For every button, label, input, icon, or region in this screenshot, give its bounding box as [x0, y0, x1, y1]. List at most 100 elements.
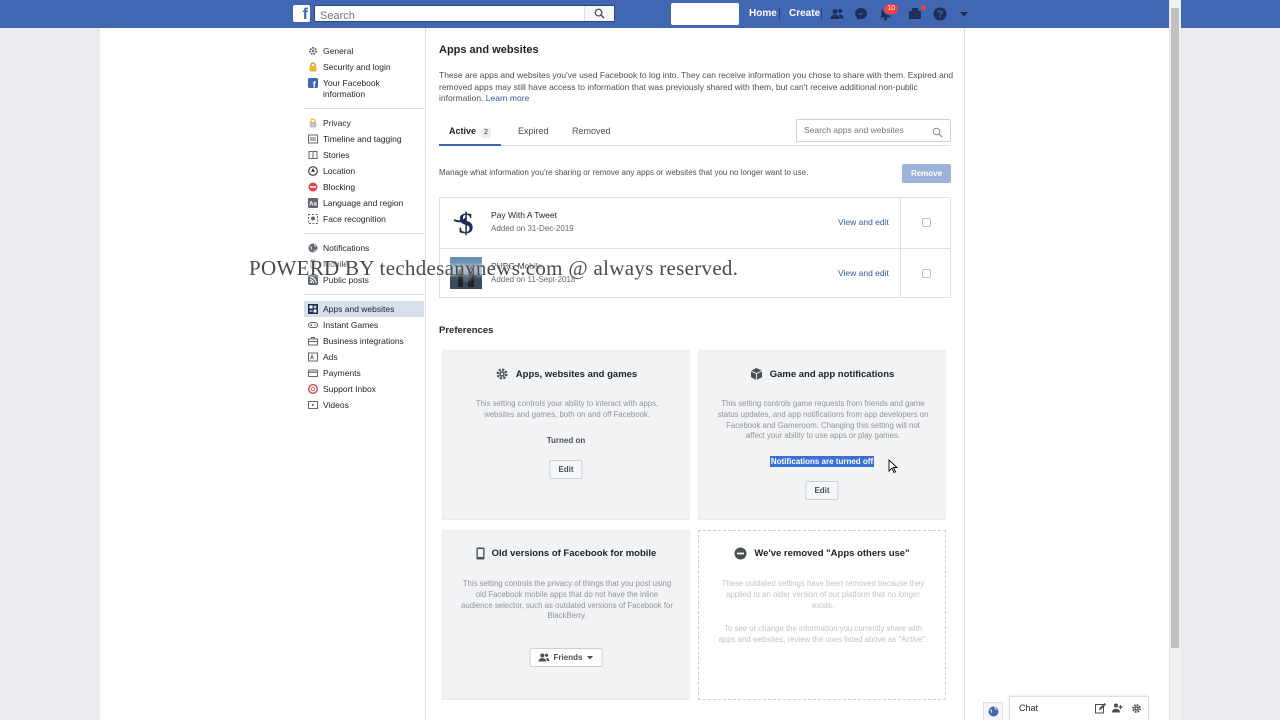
audience-selector-dropdown[interactable]: Friends: [529, 648, 603, 667]
card-description: This setting controls the privacy of thi…: [461, 579, 673, 621]
business-icon: [308, 336, 318, 346]
card-description: These outdated settings have been remove…: [721, 579, 925, 610]
sidebar-item-general[interactable]: General: [304, 43, 424, 59]
sidebar-section-divider: [304, 108, 424, 109]
home-link[interactable]: Home: [749, 0, 777, 28]
apps-websites-games-card: Apps, websites and games This setting co…: [442, 350, 690, 520]
edit-button[interactable]: Edit: [549, 460, 583, 479]
active-count-badge: 2: [481, 128, 491, 138]
notifications-icon[interactable]: 10: [877, 3, 899, 22]
remove-button[interactable]: Remove: [902, 164, 951, 183]
svg-text:?: ?: [937, 10, 943, 21]
apps-icon: [308, 304, 318, 314]
new-message-icon[interactable]: [1094, 702, 1106, 714]
scrollbar-thumb[interactable]: [1171, 8, 1179, 648]
apps-search-input[interactable]: [797, 120, 922, 140]
notification-count-badge: 10: [883, 3, 899, 15]
sidebar-item-notifications[interactable]: Notifications: [304, 240, 424, 256]
sidebar-item-face-recognition[interactable]: Face recognition: [304, 211, 424, 227]
search-icon: [932, 125, 943, 143]
sidebar-item-timeline-and-tagging[interactable]: Timeline and tagging: [304, 131, 424, 147]
facebook-icon: f: [308, 78, 318, 88]
lifebuoy-icon: [308, 384, 318, 394]
edit-button[interactable]: Edit: [805, 481, 839, 500]
messenger-icon[interactable]: [853, 6, 869, 22]
tab-removed[interactable]: Removed: [562, 118, 621, 146]
view-and-edit-link[interactable]: View and edit: [838, 217, 889, 227]
create-group-icon[interactable]: [1112, 702, 1124, 714]
sidebar-item-language-and-region[interactable]: Aa Language and region: [304, 195, 424, 211]
card-title: Apps, websites and games: [515, 368, 638, 380]
select-cell: [900, 198, 950, 248]
minus-circle-icon: [734, 547, 747, 560]
face-icon: [308, 214, 318, 224]
learn-more-link[interactable]: Learn more: [486, 93, 529, 103]
friend-requests-icon[interactable]: [829, 6, 845, 22]
create-link[interactable]: Create: [789, 0, 820, 28]
sidebar-item-location[interactable]: Location: [304, 163, 424, 179]
right-page-gutter: [1169, 28, 1280, 720]
facebook-logo-icon[interactable]: f: [293, 5, 310, 22]
card-description: This setting controls game requests from…: [717, 399, 929, 441]
sidebar-item-payments[interactable]: Payments: [304, 365, 424, 381]
help-icon[interactable]: ?: [932, 6, 948, 22]
chat-label: Chat: [1019, 703, 1039, 713]
quick-help-people-icon[interactable]: [907, 4, 927, 22]
table-row: $ Pay With A Tweet Added on 31-Dec-2019 …: [440, 198, 950, 248]
select-app-checkbox[interactable]: [922, 269, 931, 278]
left-page-gutter: [0, 28, 100, 720]
view-and-edit-link[interactable]: View and edit: [838, 268, 889, 278]
gear-icon: [308, 46, 318, 56]
friends-icon: [538, 653, 550, 662]
tab-expired[interactable]: Expired: [508, 118, 559, 146]
sidebar-item-business-integrations[interactable]: Business integrations: [304, 333, 424, 349]
sidebar-item-blocking[interactable]: Blocking: [304, 179, 424, 195]
chat-globe-button[interactable]: [983, 702, 1003, 720]
old-mobile-versions-card: Old versions of Facebook for mobile This…: [442, 530, 690, 700]
select-cell: [900, 249, 950, 298]
sidebar-item-your-facebook-information[interactable]: f Your Facebook information: [304, 75, 424, 102]
search-box: [314, 5, 615, 24]
watermark-overlay: POWERD BY techdesanynews.com @ always re…: [249, 256, 739, 280]
intro-text: These are apps and websites you've used …: [439, 70, 954, 103]
search-input[interactable]: [315, 8, 583, 24]
block-icon: [308, 182, 318, 192]
sidebar-item-support-inbox[interactable]: Support Inbox: [304, 381, 424, 397]
select-app-checkbox[interactable]: [922, 218, 931, 227]
account-menu-chevron-down-icon[interactable]: [956, 6, 972, 22]
globe-icon: [988, 706, 998, 717]
privacy-lock-icon: [308, 118, 318, 128]
sidebar-item-videos[interactable]: Videos: [304, 397, 424, 413]
profile-link[interactable]: [671, 3, 739, 25]
card-status-selected-text: Notifications are turned off: [769, 456, 875, 467]
sidebar-section-divider: [304, 233, 424, 234]
sidebar-item-ads[interactable]: Ads: [304, 349, 424, 365]
lock-icon: [308, 62, 318, 72]
search-button[interactable]: [584, 6, 614, 21]
content-right-border: [964, 28, 965, 720]
svg-text:$: $: [459, 207, 474, 238]
game-app-notifications-card: Game and app notifications This setting …: [698, 350, 946, 520]
sidebar-item-apps-and-websites[interactable]: Apps and websites: [304, 301, 424, 317]
sidebar-item-stories[interactable]: Stories: [304, 147, 424, 163]
card-title: Game and app notifications: [769, 368, 895, 380]
sidebar-item-security[interactable]: Security and login: [304, 59, 424, 75]
card-title: Old versions of Facebook for mobile: [491, 548, 657, 559]
cube-icon: [750, 368, 762, 380]
timeline-icon: [308, 134, 318, 144]
book-icon: [308, 150, 318, 160]
chevron-down-icon: [586, 656, 593, 660]
page-title: Apps and websites: [439, 44, 539, 56]
chat-bar[interactable]: Chat: [1009, 696, 1149, 720]
language-icon: Aa: [308, 198, 318, 208]
card-title: We've removed "Apps others use": [754, 548, 910, 559]
sidebar-divider: [425, 28, 426, 720]
tab-active[interactable]: Active 2: [439, 118, 501, 146]
sidebar-item-privacy[interactable]: Privacy: [304, 115, 424, 131]
chat-settings-gear-icon[interactable]: [1130, 702, 1142, 714]
pay-with-a-tweet-app-icon: $: [450, 206, 482, 240]
sidebar-item-instant-games[interactable]: Instant Games: [304, 317, 424, 333]
card-description-secondary: To see or change the information you cur…: [718, 624, 928, 644]
ads-icon: [308, 352, 318, 362]
app-name: Pay With A Tweet: [491, 210, 557, 220]
